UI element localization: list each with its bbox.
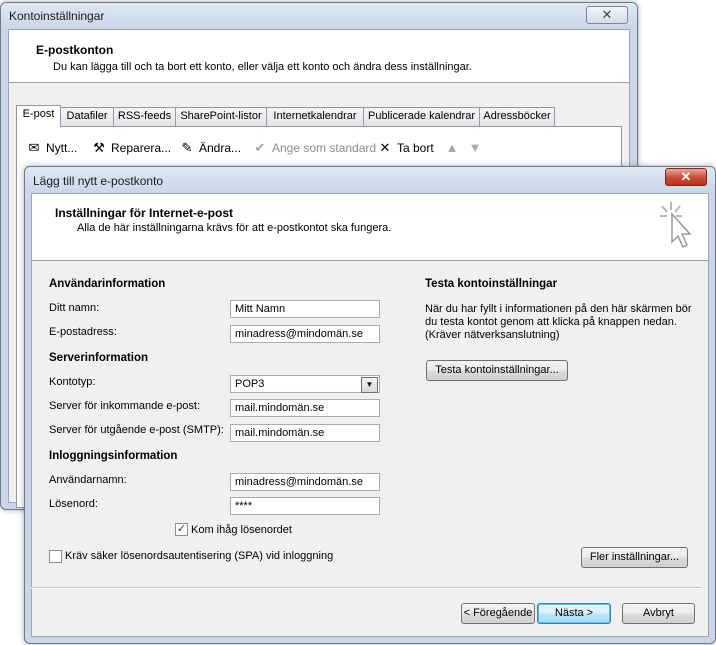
email-field[interactable]: minadress@mindomän.se — [230, 325, 380, 343]
account-type-select[interactable]: POP3 ▼ — [230, 375, 380, 393]
test-account-button[interactable]: Testa kontoinställningar... — [426, 360, 568, 381]
repair-button[interactable]: ⚒ Reparera... — [91, 140, 171, 156]
password-field[interactable]: **** — [230, 497, 380, 515]
outgoing-server-field[interactable]: mail.mindomän.se — [230, 424, 380, 442]
new-account-button[interactable]: ✉ Nytt... — [26, 140, 78, 156]
login-info-heading: Inloggningsinformation — [49, 450, 178, 462]
incoming-server-field[interactable]: mail.mindomän.se — [230, 399, 380, 417]
incoming-server-label: Server för inkommande e-post: — [49, 400, 201, 412]
change-button[interactable]: ✎ Ändra... — [179, 140, 241, 156]
more-settings-button[interactable]: Fler inställningar... — [581, 547, 688, 568]
edit-icon: ✎ — [181, 140, 193, 155]
account-type-label: Kontotyp: — [49, 376, 96, 388]
move-down-button[interactable]: ▼ — [467, 140, 483, 156]
dialog-header-subtitle: Alla de här inställningarna krävs för at… — [77, 222, 392, 234]
back-button[interactable]: < Föregående — [461, 603, 535, 624]
close-icon: ✕ — [680, 169, 692, 184]
username-label: Användarnamn: — [49, 474, 127, 486]
tab-datafiles[interactable]: Datafiler — [60, 107, 114, 126]
remove-button[interactable]: ✕ Ta bort — [377, 140, 434, 156]
remember-password-label[interactable]: Kom ihåg lösenordet — [191, 524, 292, 536]
spa-label[interactable]: Kräv säker lösenordsautentisering (SPA) … — [65, 550, 333, 562]
dialog-close-button[interactable]: ✕ — [665, 168, 707, 186]
checkmark-circle-icon: ✔ — [254, 140, 266, 155]
envelope-icon: ✉ — [28, 140, 40, 155]
remember-password-checkbox[interactable]: ✓ — [175, 523, 188, 536]
name-label: Ditt namn: — [49, 302, 100, 314]
tab-email[interactable]: E-post — [16, 105, 61, 127]
dialog-header: Inställningar för Internet-e-post Alla d… — [32, 194, 708, 261]
test-settings-heading: Testa kontoinställningar — [425, 278, 558, 290]
tab-rss-feeds[interactable]: RSS-feeds — [113, 107, 176, 126]
header-title: E-postkonton — [36, 43, 114, 57]
tools-icon: ⚒ — [93, 140, 105, 155]
spa-checkbox[interactable] — [49, 550, 62, 563]
name-field[interactable]: Mitt Namn — [230, 300, 380, 318]
dialog-header-title: Inställningar för Internet-e-post — [55, 206, 234, 220]
close-icon: ✕ — [601, 7, 613, 22]
arrow-up-icon: ▲ — [445, 140, 459, 155]
close-button[interactable]: ✕ — [586, 6, 628, 24]
user-info-heading: Användarinformation — [49, 278, 166, 290]
dialog-title: Lägg till nytt e-postkonto — [33, 174, 164, 188]
x-icon: ✕ — [379, 140, 391, 155]
email-label: E-postadress: — [49, 326, 117, 338]
tab-sharepoint-lists[interactable]: SharePoint-listor — [175, 107, 267, 126]
password-label: Lösenord: — [49, 498, 98, 510]
cursor-click-icon — [660, 202, 692, 249]
username-field[interactable]: minadress@mindomän.se — [230, 473, 380, 491]
header-panel: E-postkonton Du kan lägga till och ta bo… — [9, 30, 629, 83]
cancel-button[interactable]: Avbryt — [622, 603, 695, 624]
move-up-button[interactable]: ▲ — [444, 140, 460, 156]
header-subtitle: Du kan lägga till och ta bort ett konto,… — [53, 61, 472, 73]
set-default-button[interactable]: ✔ Ange som standard — [252, 140, 377, 156]
next-button[interactable]: Nästa > — [537, 603, 611, 624]
test-settings-description: När du har fyllt i informationen på den … — [425, 303, 692, 341]
tab-published-calendars[interactable]: Publicerade kalendrar — [363, 107, 480, 126]
footer-divider — [31, 587, 702, 589]
window-title: Kontoinställningar — [9, 9, 105, 23]
tab-internet-calendars[interactable]: Internetkalendrar — [266, 107, 364, 126]
chevron-down-icon[interactable]: ▼ — [361, 377, 378, 393]
outgoing-server-label: Server för utgående e-post (SMTP): — [49, 424, 224, 436]
server-info-heading: Serverinformation — [49, 352, 149, 364]
arrow-down-icon: ▼ — [468, 140, 482, 155]
tab-address-books[interactable]: Adressböcker — [479, 107, 555, 126]
